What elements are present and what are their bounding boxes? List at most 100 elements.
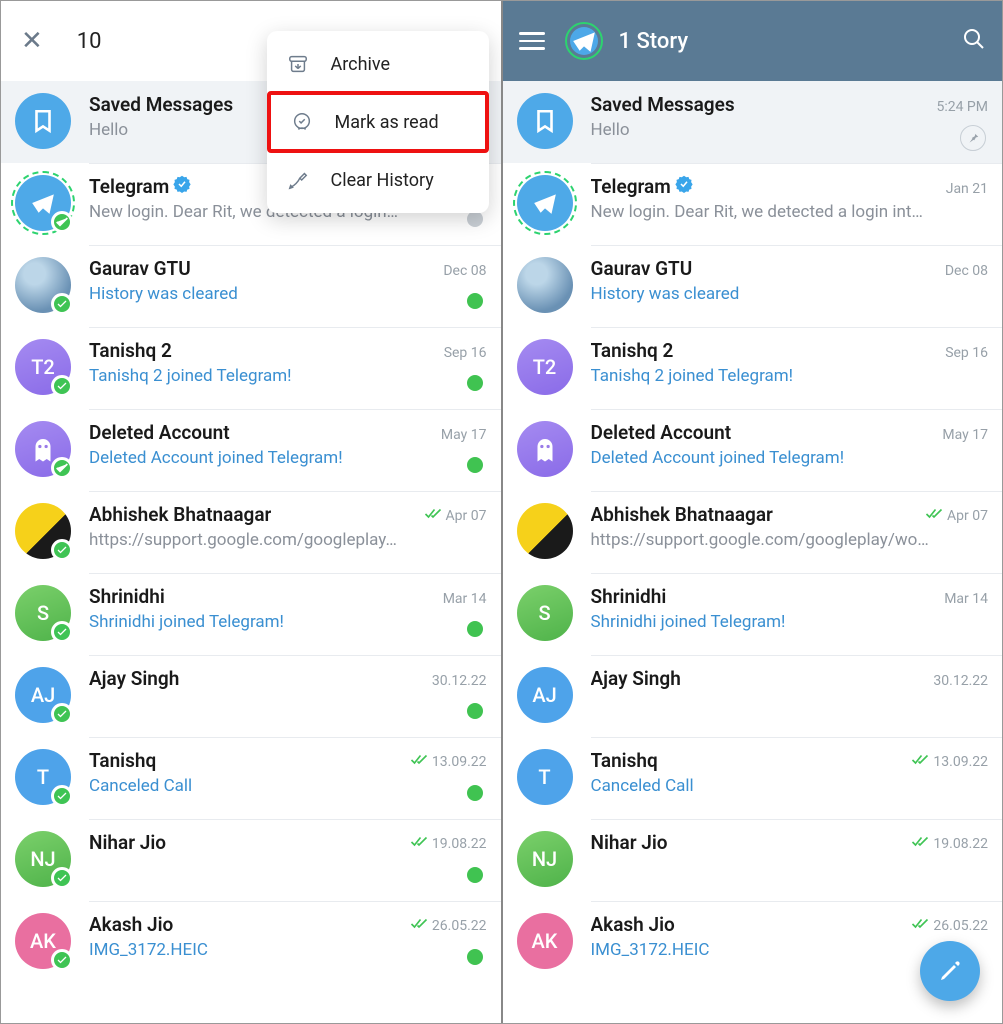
chat-name: Akash Jio: [591, 913, 675, 936]
chat-name: Tanishq 2: [89, 339, 172, 362]
double-check-icon: [410, 835, 428, 853]
chat-message: Hello: [591, 120, 989, 140]
chat-list-right[interactable]: Saved Messages 5:24 PM Hello Telegram Ja…: [503, 81, 1003, 1023]
chat-message: https://support.google.com/googleplay/wo…: [591, 530, 989, 550]
chat-row[interactable]: Gaurav GTU Dec 08 History was cleared: [1, 245, 501, 327]
unread-indicator: [467, 621, 483, 637]
menu-archive[interactable]: Archive: [267, 37, 489, 91]
chat-row[interactable]: AK Akash Jio 26.05.22 IMG_3172.HEIC: [1, 901, 501, 983]
double-check-icon: [911, 917, 929, 935]
chat-date: Sep 16: [436, 345, 487, 361]
close-icon[interactable]: ✕: [21, 26, 43, 56]
selected-check-icon: [51, 703, 73, 725]
chat-row[interactable]: NJ Nihar Jio 19.08.22: [1, 819, 501, 901]
clear-history-icon: [287, 169, 309, 191]
unread-indicator: [467, 703, 483, 719]
selection-header: ✕ 10 Archive Mark as read Clear History: [1, 1, 501, 81]
header-title: 1 Story: [619, 29, 963, 54]
chat-name: Gaurav GTU: [591, 257, 693, 280]
chat-message: Shrinidhi joined Telegram!: [591, 612, 989, 632]
chat-row[interactable]: AJ Ajay Singh 30.12.22: [503, 655, 1003, 737]
avatar: AJ: [15, 667, 71, 723]
context-menu: Archive Mark as read Clear History: [267, 31, 489, 213]
chat-date: May 17: [934, 427, 988, 443]
menu-archive-label: Archive: [331, 54, 391, 75]
chat-date: Mar 14: [435, 591, 487, 607]
chat-row[interactable]: Telegram Jan 21 New login. Dear Rit, we …: [503, 163, 1003, 245]
chat-row[interactable]: AJ Ajay Singh 30.12.22: [1, 655, 501, 737]
chat-row[interactable]: Deleted Account May 17 Deleted Account j…: [1, 409, 501, 491]
avatar: [15, 421, 71, 477]
chat-name: Shrinidhi: [591, 585, 667, 608]
chat-name: Ajay Singh: [591, 667, 681, 690]
chat-row[interactable]: T Tanishq 13.09.22 Canceled Call: [1, 737, 501, 819]
selected-check-icon: [51, 785, 73, 807]
verified-icon: [675, 175, 693, 193]
chat-date: 13.09.22: [402, 753, 487, 771]
chat-date: 26.05.22: [903, 917, 988, 935]
chat-list-left[interactable]: Saved Messages Hello Telegram New login.…: [1, 81, 501, 1023]
chat-row[interactable]: S Shrinidhi Mar 14 Shrinidhi joined Tele…: [503, 573, 1003, 655]
unread-indicator: [467, 375, 483, 391]
avatar: NJ: [15, 831, 71, 887]
chat-row[interactable]: Gaurav GTU Dec 08 History was cleared: [503, 245, 1003, 327]
avatar: T: [15, 749, 71, 805]
chat-name: Deleted Account: [591, 421, 732, 444]
chat-name: Tanishq: [591, 749, 658, 772]
avatar: [15, 503, 71, 559]
unread-indicator: [467, 457, 483, 473]
mark-read-icon: [291, 111, 313, 133]
avatar: NJ: [517, 831, 573, 887]
right-screenshot: 1 Story Saved Messages 5:24 PM Hello: [503, 1, 1003, 1023]
search-icon[interactable]: [962, 27, 986, 55]
chat-message: IMG_3172.HEIC: [89, 940, 487, 960]
verified-icon: [173, 175, 191, 193]
chat-row[interactable]: NJ Nihar Jio 19.08.22: [503, 819, 1003, 901]
chat-date: 19.08.22: [402, 835, 487, 853]
chat-row[interactable]: T2 Tanishq 2 Sep 16 Tanishq 2 joined Tel…: [1, 327, 501, 409]
archive-icon: [287, 53, 309, 75]
selection-count: 10: [77, 29, 102, 54]
story-ring[interactable]: [565, 22, 603, 60]
chat-date: 5:24 PM: [928, 99, 988, 115]
double-check-icon: [911, 835, 929, 853]
chat-date: Sep 16: [937, 345, 988, 361]
chat-date: 19.08.22: [903, 835, 988, 853]
menu-icon[interactable]: [519, 27, 545, 55]
chat-row[interactable]: S Shrinidhi Mar 14 Shrinidhi joined Tele…: [1, 573, 501, 655]
chat-row[interactable]: Abhishek Bhatnaagar Apr 07 https://suppo…: [1, 491, 501, 573]
chat-row[interactable]: T2 Tanishq 2 Sep 16 Tanishq 2 joined Tel…: [503, 327, 1003, 409]
selected-check-icon: [51, 457, 73, 479]
chat-row[interactable]: Deleted Account May 17 Deleted Account j…: [503, 409, 1003, 491]
avatar: S: [15, 585, 71, 641]
chat-date: 30.12.22: [925, 673, 988, 689]
menu-mark-read[interactable]: Mark as read: [267, 91, 489, 153]
chat-date: Jan 21: [938, 181, 988, 197]
chat-row[interactable]: Saved Messages 5:24 PM Hello: [503, 81, 1003, 163]
avatar: [15, 257, 71, 313]
selected-check-icon: [51, 375, 73, 397]
chat-name: Nihar Jio: [89, 831, 166, 854]
chat-row[interactable]: T Tanishq 13.09.22 Canceled Call: [503, 737, 1003, 819]
double-check-icon: [424, 507, 442, 525]
double-check-icon: [410, 753, 428, 771]
chat-message: History was cleared: [591, 284, 989, 304]
chat-date: Dec 08: [937, 263, 988, 279]
avatar: [517, 93, 573, 149]
avatar: T2: [517, 339, 573, 395]
menu-clear-history[interactable]: Clear History: [267, 153, 489, 207]
chat-message: https://support.google.com/googleplay…: [89, 530, 487, 550]
compose-fab[interactable]: [920, 941, 980, 1001]
chat-name: Akash Jio: [89, 913, 173, 936]
chat-message: Deleted Account joined Telegram!: [89, 448, 487, 468]
chat-message: Canceled Call: [89, 776, 487, 796]
chat-name: Deleted Account: [89, 421, 230, 444]
double-check-icon: [925, 507, 943, 525]
avatar: T: [517, 749, 573, 805]
chat-message: New login. Dear Rit, we detected a login…: [591, 202, 989, 222]
chat-message: Shrinidhi joined Telegram!: [89, 612, 487, 632]
chat-row[interactable]: Abhishek Bhatnaagar Apr 07 https://suppo…: [503, 491, 1003, 573]
chat-name: Abhishek Bhatnaagar: [89, 503, 271, 526]
chat-message: History was cleared: [89, 284, 487, 304]
unread-indicator: [467, 785, 483, 801]
